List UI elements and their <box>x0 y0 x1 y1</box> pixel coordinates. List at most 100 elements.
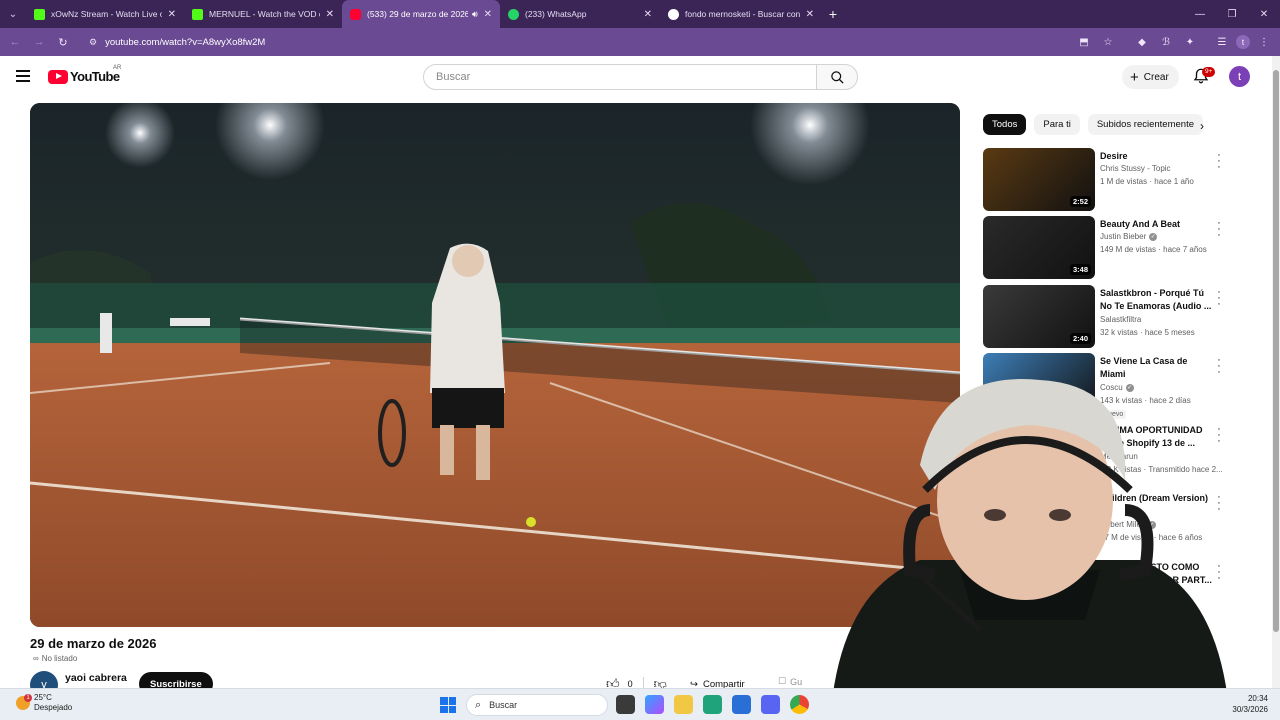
search-field[interactable] <box>423 64 817 90</box>
verified-check-icon: ✓ <box>1149 232 1158 241</box>
search-icon <box>830 70 844 84</box>
browser-tab[interactable]: xOwNz Stream - Watch Live on ✕ <box>26 0 184 28</box>
extension-1-icon[interactable]: ◆ <box>1132 32 1152 52</box>
channel-name-text: Chris Stussy - Topic <box>1100 164 1171 173</box>
install-app-icon[interactable]: ⬒ <box>1074 32 1094 52</box>
close-tab-icon[interactable]: ✕ <box>806 9 814 20</box>
recommendation-item[interactable]: 3:48 Beauty And A Beat Justin Bieber ✓ 149 M… <box>983 216 1228 280</box>
page-scrollbar[interactable] <box>1272 56 1280 688</box>
taskbar-search[interactable]: ⌕ Buscar <box>466 694 608 716</box>
create-button[interactable]: + Crear <box>1122 65 1179 89</box>
minimize-icon[interactable]: — <box>1184 0 1216 28</box>
audio-playing-icon[interactable]: 🔊︎ <box>472 9 478 20</box>
browser-tab-strip: ⌄ xOwNz Stream - Watch Live on ✕ MERNUEL -… <box>0 0 1280 28</box>
extension-2-icon[interactable]: ℬ <box>1156 32 1176 52</box>
youtube-logo[interactable]: YouTube AR <box>48 65 121 84</box>
tab-title: (233) WhatsApp <box>525 9 587 19</box>
chip-para-ti[interactable]: Para ti <box>1034 114 1080 135</box>
close-window-icon[interactable]: ✕ <box>1248 0 1280 28</box>
chrome-icon[interactable] <box>790 695 809 714</box>
recommendation-item[interactable]: 2:52 Desire Chris Stussy - Topic 1 M de vis… <box>983 148 1228 212</box>
duration-badge: 2:40 <box>1069 333 1091 344</box>
recommendation-channel[interactable]: Chris Stussy - Topic <box>1100 164 1171 173</box>
save-label: Gu <box>790 676 803 687</box>
youtube-account-avatar[interactable]: t <box>1229 66 1250 87</box>
url-text: youtube.com/watch?v=A8wyXo8fw2M <box>105 36 266 48</box>
more-options-icon[interactable]: · · · <box>1215 218 1223 241</box>
video-thumbnail[interactable]: 3:48 <box>983 216 1095 279</box>
recommendation-title[interactable]: Desire <box>1100 150 1212 163</box>
task-view-icon[interactable] <box>616 695 635 714</box>
restore-icon[interactable]: ❐ <box>1216 0 1248 28</box>
bookmark-star-icon[interactable]: ☆ <box>1098 32 1118 52</box>
save-icon: ☐ <box>778 676 787 686</box>
weather-widget[interactable]: 1 25°C Despejado <box>16 693 72 713</box>
recommendation-meta: 149 M de vistas · hace 7 años <box>1100 245 1207 254</box>
browser-profile-avatar[interactable]: t <box>1236 35 1250 49</box>
chevron-right-icon[interactable]: › <box>1200 119 1204 133</box>
menu-icon[interactable] <box>16 70 30 82</box>
whatsapp-icon <box>508 8 519 20</box>
copilot-icon[interactable] <box>645 695 664 714</box>
channel-name[interactable]: yaoi cabrera <box>65 672 127 684</box>
media-controls-icon[interactable]: ☰ <box>1212 32 1232 52</box>
chip-subidos-recientemente[interactable]: Subidos recientemente <box>1087 114 1203 135</box>
tab-list: xOwNz Stream - Watch Live on ✕ MERNUEL - W… <box>26 0 822 28</box>
recommendation-meta: 32 k vistas · hace 5 meses <box>1100 328 1195 337</box>
system-clock[interactable]: 20:34 30/3/2026 <box>1232 693 1268 715</box>
browser-tab[interactable]: (533) 29 de marzo de 2026 🔊︎ ✕ <box>342 0 500 28</box>
browser-tab[interactable]: MERNUEL - Watch the VOD on ✕ <box>184 0 342 28</box>
more-options-icon[interactable]: · · · <box>1215 287 1223 310</box>
close-tab-icon[interactable]: ✕ <box>168 9 176 20</box>
chip-todos[interactable]: Todos <box>983 114 1027 135</box>
clock-time: 20:34 <box>1247 694 1268 703</box>
windows-taskbar: 1 25°C Despejado ⌕ Buscar 20:34 30/3/202… <box>0 688 1280 720</box>
region-code: AR <box>113 65 122 71</box>
weather-temperature: 25°C <box>34 693 52 702</box>
file-explorer-icon[interactable] <box>674 695 693 714</box>
create-label: Crear <box>1143 71 1169 83</box>
browser-tab[interactable]: (233) WhatsApp ✕ <box>500 0 660 28</box>
recommendation-meta: 1 M de vistas · hace 1 año <box>1100 177 1194 186</box>
discord-icon[interactable] <box>761 695 780 714</box>
new-tab-button[interactable]: + <box>822 0 844 28</box>
duration-badge: 3:48 <box>1069 264 1091 275</box>
search-input[interactable] <box>436 71 816 83</box>
forward-icon[interactable]: → <box>27 28 51 56</box>
address-bar[interactable]: ⚙ youtube.com/watch?v=A8wyXo8fw2M <box>89 37 265 48</box>
edge-icon[interactable] <box>703 695 722 714</box>
youtube-icon <box>350 8 361 20</box>
taskbar-apps <box>616 695 809 714</box>
recommendation-title[interactable]: Beauty And A Beat <box>1100 218 1212 231</box>
browser-menu-icon[interactable]: ⋮ <box>1254 32 1274 52</box>
back-icon[interactable]: ← <box>3 28 27 56</box>
kick-icon <box>192 8 203 20</box>
close-tab-icon[interactable]: ✕ <box>644 9 652 20</box>
visibility-label: ∞ No listado <box>33 654 77 663</box>
recommendation-title[interactable]: Salastkbron - Porqué Tú No Te Enamoras (… <box>1100 287 1212 313</box>
windows-start-icon[interactable] <box>440 697 456 713</box>
kick-icon <box>34 8 45 20</box>
save-button[interactable]: ☐ Gu <box>778 676 802 687</box>
video-thumbnail[interactable]: 2:40 <box>983 285 1095 348</box>
microsoft-store-icon[interactable] <box>732 695 751 714</box>
site-info-icon[interactable]: ⚙ <box>89 37 97 48</box>
weather-condition: Despejado <box>34 703 73 712</box>
tab-search-button[interactable]: ⌄ <box>0 0 26 28</box>
scrollbar-thumb[interactable] <box>1273 70 1279 632</box>
close-tab-icon[interactable]: ✕ <box>326 9 334 20</box>
window-controls: — ❐ ✕ <box>1184 0 1280 28</box>
browser-tab[interactable]: fondo mernosketi - Buscar con ✕ <box>660 0 822 28</box>
extensions-puzzle-icon[interactable]: ✦ <box>1180 32 1200 52</box>
reload-icon[interactable]: ↻ <box>51 28 75 56</box>
search-button[interactable] <box>816 64 858 90</box>
video-thumbnail[interactable]: 2:52 <box>983 148 1095 211</box>
more-options-icon[interactable]: · · · <box>1215 150 1223 173</box>
tab-title: fondo mernosketi - Buscar con <box>685 9 800 19</box>
recommendation-channel[interactable]: Salastkfiltra <box>1100 315 1141 324</box>
recommendation-channel[interactable]: Justin Bieber ✓ <box>1100 232 1158 241</box>
recommendation-item[interactable]: 2:40 Salastkbron - Porqué Tú No Te Enamor… <box>983 285 1228 349</box>
close-tab-icon[interactable]: ✕ <box>484 9 492 20</box>
tab-title: (533) 29 de marzo de 2026 <box>367 9 468 19</box>
logo-text: YouTube <box>70 69 120 84</box>
